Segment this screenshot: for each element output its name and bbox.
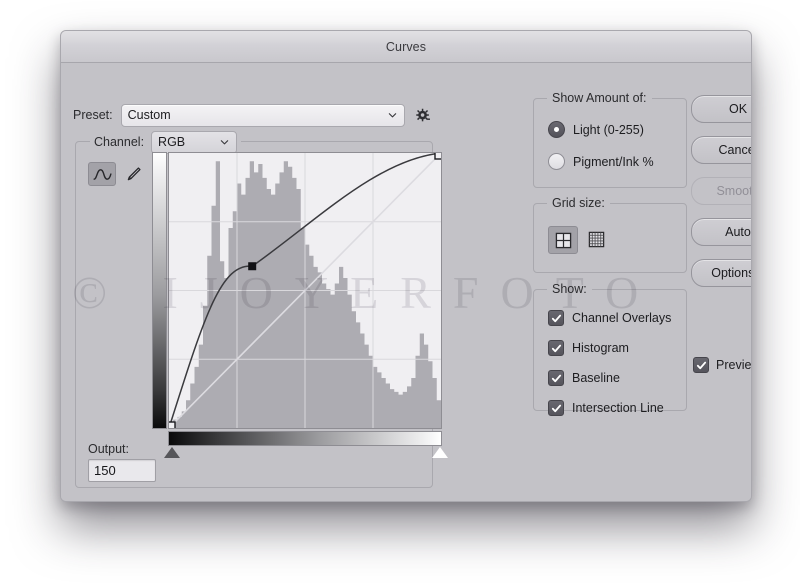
dialog-buttons: OK Cancel Smooth Auto Options... Preview bbox=[691, 95, 751, 373]
preview-row[interactable]: Preview bbox=[693, 357, 752, 373]
preview-checkbox[interactable] bbox=[693, 357, 709, 373]
grid-4x4-icon bbox=[555, 232, 571, 248]
pencil-icon bbox=[127, 166, 141, 180]
dialog-titlebar: Curves bbox=[61, 31, 751, 63]
radio-pigment-ink-label: Pigment/Ink % bbox=[573, 154, 654, 169]
checkbox-histogram[interactable]: Histogram bbox=[548, 340, 629, 356]
curve-graph-area bbox=[152, 152, 448, 458]
dialog-title: Curves bbox=[385, 39, 427, 54]
channel-value: RGB bbox=[158, 135, 186, 149]
curve-graph[interactable] bbox=[168, 152, 442, 429]
show-title: Show: bbox=[547, 282, 592, 296]
curve-pen-icon bbox=[92, 168, 112, 180]
curve-tool-buttons bbox=[88, 162, 146, 186]
radio-light-label: Light (0-255) bbox=[573, 122, 644, 137]
channel-row: Channel: RGB bbox=[90, 130, 242, 154]
check-icon bbox=[551, 344, 561, 352]
radio-light[interactable]: Light (0-255) bbox=[548, 121, 644, 138]
curve-endpoint-white bbox=[434, 153, 441, 160]
auto-button[interactable]: Auto bbox=[691, 218, 751, 246]
cancel-button[interactable]: Cancel bbox=[691, 136, 751, 164]
checkbox-intersection-line-indicator[interactable] bbox=[548, 400, 564, 416]
output-gradient-strip bbox=[152, 152, 167, 429]
checkbox-intersection-line[interactable]: Intersection Line bbox=[548, 400, 664, 416]
curve-tool-button[interactable] bbox=[88, 162, 116, 186]
pencil-tool-button[interactable] bbox=[120, 163, 146, 185]
smooth-button[interactable]: Smooth bbox=[691, 177, 751, 205]
preset-select[interactable]: Custom bbox=[120, 103, 406, 127]
screen: Curves Preset: Custom Channel: RGB Outpu… bbox=[0, 0, 800, 584]
preset-value: Custom bbox=[127, 108, 171, 122]
checkbox-histogram-label: Histogram bbox=[572, 341, 629, 355]
check-icon bbox=[551, 404, 561, 412]
preset-options-gear-button[interactable] bbox=[413, 105, 433, 125]
checkbox-baseline-indicator[interactable] bbox=[548, 370, 564, 386]
show-group: Show: Channel Overlays Histogram Baselin… bbox=[533, 282, 687, 416]
grid-4x4-button[interactable] bbox=[548, 226, 578, 254]
output-input[interactable]: 150 bbox=[88, 459, 156, 482]
checkbox-baseline-label: Baseline bbox=[572, 371, 620, 385]
output-block: Output: 150 bbox=[88, 442, 156, 482]
curve-endpoint-black bbox=[169, 421, 176, 428]
ok-button[interactable]: OK bbox=[691, 95, 751, 123]
curves-dialog: Curves Preset: Custom Channel: RGB Outpu… bbox=[60, 30, 752, 502]
checkbox-channel-overlays[interactable]: Channel Overlays bbox=[548, 310, 671, 326]
chevron-down-icon bbox=[388, 113, 397, 118]
check-icon bbox=[551, 374, 561, 382]
chevron-down-icon bbox=[220, 140, 229, 145]
show-amount-group: Show Amount of: Light (0-255) Pigment/In… bbox=[533, 91, 687, 188]
checkbox-channel-overlays-indicator[interactable] bbox=[548, 310, 564, 326]
preview-label: Preview bbox=[716, 358, 752, 372]
input-gradient-strip bbox=[168, 431, 442, 446]
right-panel: Show Amount of: Light (0-255) Pigment/In… bbox=[443, 63, 751, 501]
output-label: Output: bbox=[88, 442, 129, 456]
radio-light-indicator[interactable] bbox=[548, 121, 565, 138]
check-icon bbox=[696, 361, 706, 369]
channel-label: Channel: bbox=[94, 135, 145, 149]
checkbox-baseline[interactable]: Baseline bbox=[548, 370, 620, 386]
dialog-body: Preset: Custom Channel: RGB Output: 150 … bbox=[61, 63, 751, 501]
channel-select[interactable]: RGB bbox=[151, 130, 238, 154]
left-panel: Preset: Custom Channel: RGB Output: 150 bbox=[61, 63, 448, 501]
curve-control-point bbox=[248, 262, 257, 271]
preset-label: Preset: bbox=[73, 108, 113, 122]
curve-group-box: Channel: RGB Output: 150 bbox=[75, 130, 448, 488]
show-amount-title: Show Amount of: bbox=[547, 91, 652, 105]
gear-icon bbox=[415, 108, 430, 121]
radio-pigment-ink-indicator[interactable] bbox=[548, 153, 565, 170]
checkbox-histogram-indicator[interactable] bbox=[548, 340, 564, 356]
grid-size-title: Grid size: bbox=[547, 196, 610, 210]
grid-size-group: Grid size: bbox=[533, 196, 687, 273]
options-button[interactable]: Options... bbox=[691, 259, 751, 287]
radio-pigment-ink[interactable]: Pigment/Ink % bbox=[548, 153, 654, 170]
curve-plot bbox=[169, 153, 441, 428]
checkbox-channel-overlays-label: Channel Overlays bbox=[572, 311, 672, 325]
grid-10x10-icon bbox=[588, 231, 604, 247]
checkbox-intersection-line-label: Intersection Line bbox=[572, 401, 664, 415]
check-icon bbox=[551, 314, 561, 322]
black-point-slider[interactable] bbox=[164, 447, 180, 458]
grid-10x10-button[interactable] bbox=[582, 226, 610, 252]
preset-row: Preset: Custom bbox=[73, 103, 433, 127]
